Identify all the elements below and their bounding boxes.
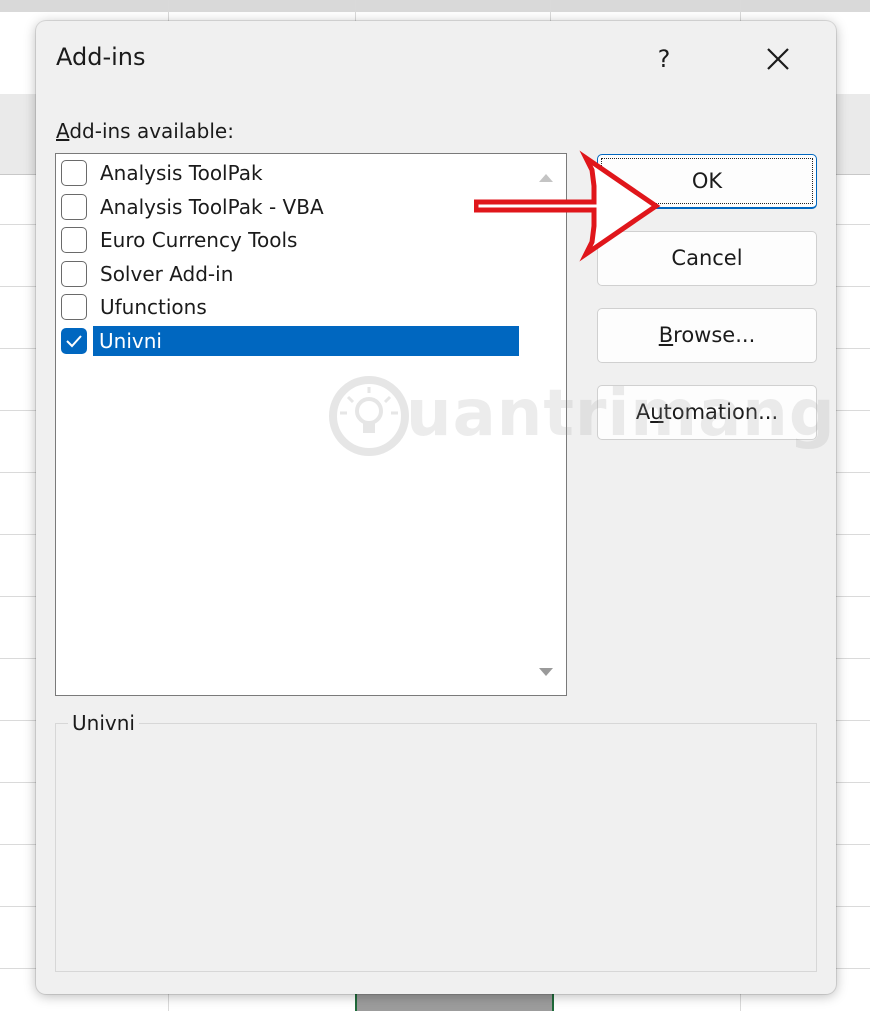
item-label: Ufunctions	[100, 295, 207, 319]
cancel-label: Cancel	[671, 246, 743, 270]
label-text: tomation...	[663, 400, 779, 424]
automation-label: Automation...	[636, 400, 778, 424]
dialog-title: Add-ins	[56, 43, 146, 71]
description-title: Univni	[68, 711, 139, 735]
help-button[interactable]: ?	[644, 39, 684, 79]
item-label: Euro Currency Tools	[100, 228, 298, 252]
accesskey-letter: A	[56, 119, 70, 143]
list-item-solver-add-in[interactable]: Solver Add-in	[56, 257, 524, 291]
browse-label: Browse...	[659, 323, 756, 347]
add-ins-list: Analysis ToolPak Analysis ToolPak - VBA …	[56, 156, 524, 357]
item-label: Analysis ToolPak	[100, 161, 263, 185]
scroll-down-arrow-icon[interactable]	[538, 666, 554, 678]
checkbox[interactable]	[61, 260, 87, 287]
list-item-ufunctions[interactable]: Ufunctions	[56, 290, 524, 324]
check-icon	[66, 334, 82, 347]
label-text: rowse...	[673, 323, 756, 347]
checkbox[interactable]	[61, 193, 87, 220]
list-item-analysis-toolpak-vba[interactable]: Analysis ToolPak - VBA	[56, 190, 524, 224]
label-text: dd-ins available:	[69, 119, 234, 143]
accesskey-letter: u	[650, 400, 664, 424]
automation-button[interactable]: Automation...	[597, 385, 817, 440]
checkbox[interactable]	[61, 294, 87, 320]
cancel-button[interactable]: Cancel	[597, 231, 817, 286]
list-item-univni[interactable]: Univni	[56, 324, 524, 358]
add-ins-listbox[interactable]: Analysis ToolPak Analysis ToolPak - VBA …	[55, 153, 567, 696]
listbox-scrollbar[interactable]	[526, 154, 566, 695]
close-icon	[767, 48, 789, 70]
list-item-analysis-toolpak[interactable]: Analysis ToolPak	[56, 156, 524, 190]
add-ins-dialog: Add-ins ? Add-ins available: Analysis To…	[36, 21, 836, 994]
scroll-up-arrow-icon[interactable]	[538, 172, 554, 184]
checkbox[interactable]	[61, 160, 87, 186]
label-text-start: A	[635, 400, 651, 424]
accesskey-letter: B	[658, 323, 674, 347]
checkbox[interactable]	[61, 227, 87, 253]
description-groupbox	[55, 723, 817, 972]
focus-ring	[601, 158, 813, 204]
browse-button[interactable]: Browse...	[597, 308, 817, 363]
close-button[interactable]	[756, 39, 800, 79]
checkbox-checked[interactable]	[61, 327, 87, 354]
item-label: Univni	[93, 325, 519, 356]
ok-button[interactable]: OK	[597, 154, 817, 209]
add-ins-available-label: Add-ins available:	[56, 119, 234, 143]
list-item-euro-currency-tools[interactable]: Euro Currency Tools	[56, 223, 524, 257]
item-label: Solver Add-in	[100, 261, 234, 286]
item-label: Analysis ToolPak - VBA	[100, 194, 324, 219]
